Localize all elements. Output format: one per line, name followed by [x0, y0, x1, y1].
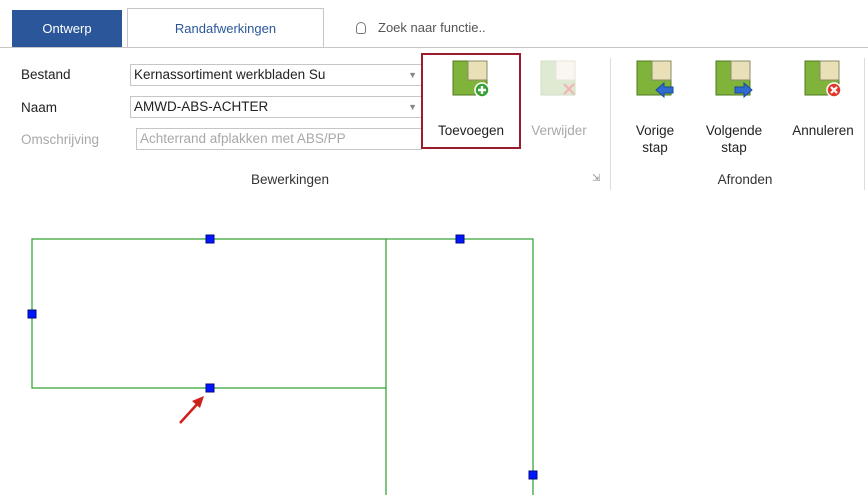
- add-piece-icon: [452, 60, 490, 98]
- group-afronden-label: Afronden: [717, 172, 773, 187]
- tab-ontwerp[interactable]: Ontwerp: [12, 10, 122, 47]
- edge-handle-right[interactable]: [528, 470, 538, 480]
- toevoegen-label: Toevoegen: [437, 123, 505, 138]
- panel-left-shape[interactable]: [31, 238, 387, 389]
- verwijder-button[interactable]: Verwijder: [522, 60, 596, 150]
- bestand-label: Bestand: [21, 67, 71, 82]
- verwijder-label: Verwijder: [531, 123, 587, 138]
- edge-handle-top-left-panel[interactable]: [205, 234, 215, 244]
- previous-step-icon: [636, 60, 674, 98]
- next-step-icon: [715, 60, 753, 98]
- volgende-label-line2: stap: [721, 140, 747, 155]
- vorige-label-line1: Vorige: [635, 123, 675, 138]
- tab-randafwerkingen[interactable]: Randafwerkingen: [127, 8, 324, 47]
- ribbon-tab-bar: Ontwerp Randafwerkingen Zoek naar functi…: [0, 0, 868, 47]
- panel-right-edge[interactable]: [386, 238, 534, 495]
- dialog-launcher-icon[interactable]: ⇲: [592, 173, 600, 184]
- ribbon: Bestand Kernassortiment werkbladen Su ▼ …: [0, 47, 868, 194]
- tell-me-search[interactable]: Zoek naar functie..: [356, 8, 486, 47]
- chevron-down-icon[interactable]: ▼: [408, 65, 417, 85]
- cancel-icon: [804, 60, 842, 98]
- drawing-canvas[interactable]: [0, 193, 868, 495]
- vorige-label-line2: stap: [642, 140, 668, 155]
- annuleren-label: Annuleren: [792, 123, 854, 138]
- lightbulb-icon: [356, 22, 366, 34]
- group-bewerkingen-label: Bewerkingen: [250, 172, 330, 187]
- tell-me-placeholder: Zoek naar functie..: [378, 20, 486, 35]
- omschrijving-field: Achterrand afplakken met ABS/PP: [136, 128, 422, 150]
- vorige-stap-button[interactable]: Vorige stap: [620, 60, 690, 160]
- omschrijving-label: Omschrijving: [21, 132, 100, 147]
- remove-piece-icon: [540, 60, 576, 96]
- volgende-stap-button[interactable]: Volgende stap: [692, 60, 776, 160]
- bestand-combo[interactable]: Kernassortiment werkbladen Su ▼: [130, 64, 422, 86]
- naam-combo[interactable]: AMWD-ABS-ACHTER ▼: [130, 96, 422, 118]
- volgende-label-line1: Volgende: [705, 123, 763, 138]
- red-pointer-arrow: [179, 396, 204, 424]
- toevoegen-button[interactable]: Toevoegen: [424, 60, 518, 150]
- naam-label: Naam: [21, 100, 58, 115]
- omschrijving-value: Achterrand afplakken met ABS/PP: [140, 131, 346, 146]
- group-separator: [610, 58, 611, 190]
- edge-handle-bottom[interactable]: [205, 383, 215, 393]
- bestand-value: Kernassortiment werkbladen Su: [134, 67, 326, 82]
- edge-handle-top-right-panel[interactable]: [455, 234, 465, 244]
- annuleren-button[interactable]: Annuleren: [778, 60, 868, 160]
- chevron-down-icon[interactable]: ▼: [408, 97, 417, 117]
- edge-handle-left[interactable]: [27, 309, 37, 319]
- group-separator: [864, 58, 865, 190]
- naam-value: AMWD-ABS-ACHTER: [134, 99, 269, 114]
